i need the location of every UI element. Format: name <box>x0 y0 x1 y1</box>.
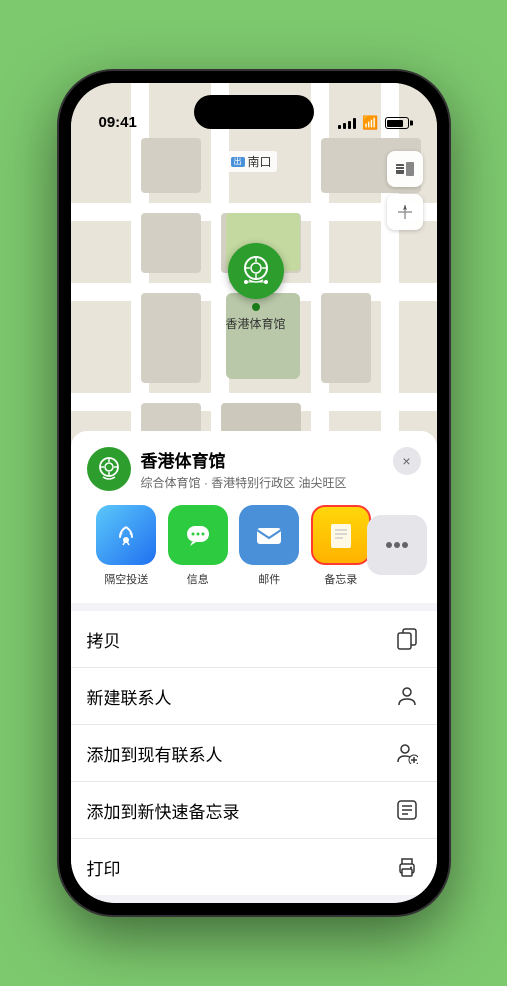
action-copy-label: 拷贝 <box>87 627 393 652</box>
share-item-notes[interactable]: 备忘录 <box>305 505 377 587</box>
action-add-contact-label: 添加到现有联系人 <box>87 741 393 766</box>
share-more-button[interactable] <box>377 505 417 587</box>
stadium-pin-label: 香港体育馆 <box>226 315 286 332</box>
print-icon <box>393 853 421 881</box>
venue-info: 香港体育馆 综合体育馆 · 香港特别行政区 油尖旺区 <box>141 447 393 491</box>
phone-frame: 09:41 📶 <box>59 71 449 915</box>
phone-inner: 09:41 📶 <box>71 83 437 903</box>
copy-icon <box>393 625 421 653</box>
dynamic-island <box>194 95 314 129</box>
venue-subtitle: 综合体育馆 · 香港特别行政区 油尖旺区 <box>141 474 393 491</box>
map-type-button[interactable] <box>387 151 423 187</box>
venue-header: 香港体育馆 综合体育馆 · 香港特别行政区 油尖旺区 × <box>87 447 421 491</box>
compass-button[interactable] <box>387 194 423 230</box>
action-quick-note-label: 添加到新快速备忘录 <box>87 798 393 823</box>
exit-icon: 出 <box>231 157 245 167</box>
action-new-contact[interactable]: 新建联系人 <box>71 668 437 725</box>
messages-label: 信息 <box>187 571 209 587</box>
notes-label: 备忘录 <box>324 571 357 587</box>
note-icon <box>393 796 421 824</box>
action-new-contact-label: 新建联系人 <box>87 684 393 709</box>
share-item-airdrop[interactable]: 隔空投送 <box>91 505 163 587</box>
action-add-to-contact[interactable]: 添加到现有联系人 <box>71 725 437 782</box>
person-icon <box>393 682 421 710</box>
action-copy[interactable]: 拷贝 <box>71 611 437 668</box>
person-add-icon <box>393 739 421 767</box>
stadium-pin[interactable]: 香港体育馆 <box>226 243 286 332</box>
close-icon: × <box>402 453 410 469</box>
share-item-messages[interactable]: 信息 <box>162 505 234 587</box>
share-item-mail[interactable]: 邮件 <box>234 505 306 587</box>
pin-dot <box>252 303 260 311</box>
share-row: 隔空投送 信息 <box>87 505 421 587</box>
status-icons: 📶 <box>338 115 408 131</box>
action-print[interactable]: 打印 <box>71 839 437 895</box>
map-controls <box>387 151 423 230</box>
close-button[interactable]: × <box>393 447 421 475</box>
venue-icon <box>87 447 131 491</box>
action-list: 拷贝 新建联系人 <box>71 611 437 895</box>
map-north-exit-label: 出 南口 <box>226 151 277 172</box>
battery-icon <box>385 117 409 129</box>
action-print-label: 打印 <box>87 855 393 880</box>
bottom-sheet: 香港体育馆 综合体育馆 · 香港特别行政区 油尖旺区 × <box>71 431 437 903</box>
pin-circle <box>228 243 284 299</box>
mail-label: 邮件 <box>258 571 280 587</box>
wifi-icon: 📶 <box>362 115 378 131</box>
action-quick-note[interactable]: 添加到新快速备忘录 <box>71 782 437 839</box>
venue-card: 香港体育馆 综合体育馆 · 香港特别行政区 油尖旺区 × <box>71 431 437 603</box>
exit-label-text: 南口 <box>248 153 272 170</box>
signal-icon <box>338 117 356 129</box>
venue-name: 香港体育馆 <box>141 447 393 472</box>
airdrop-label: 隔空投送 <box>104 571 148 587</box>
